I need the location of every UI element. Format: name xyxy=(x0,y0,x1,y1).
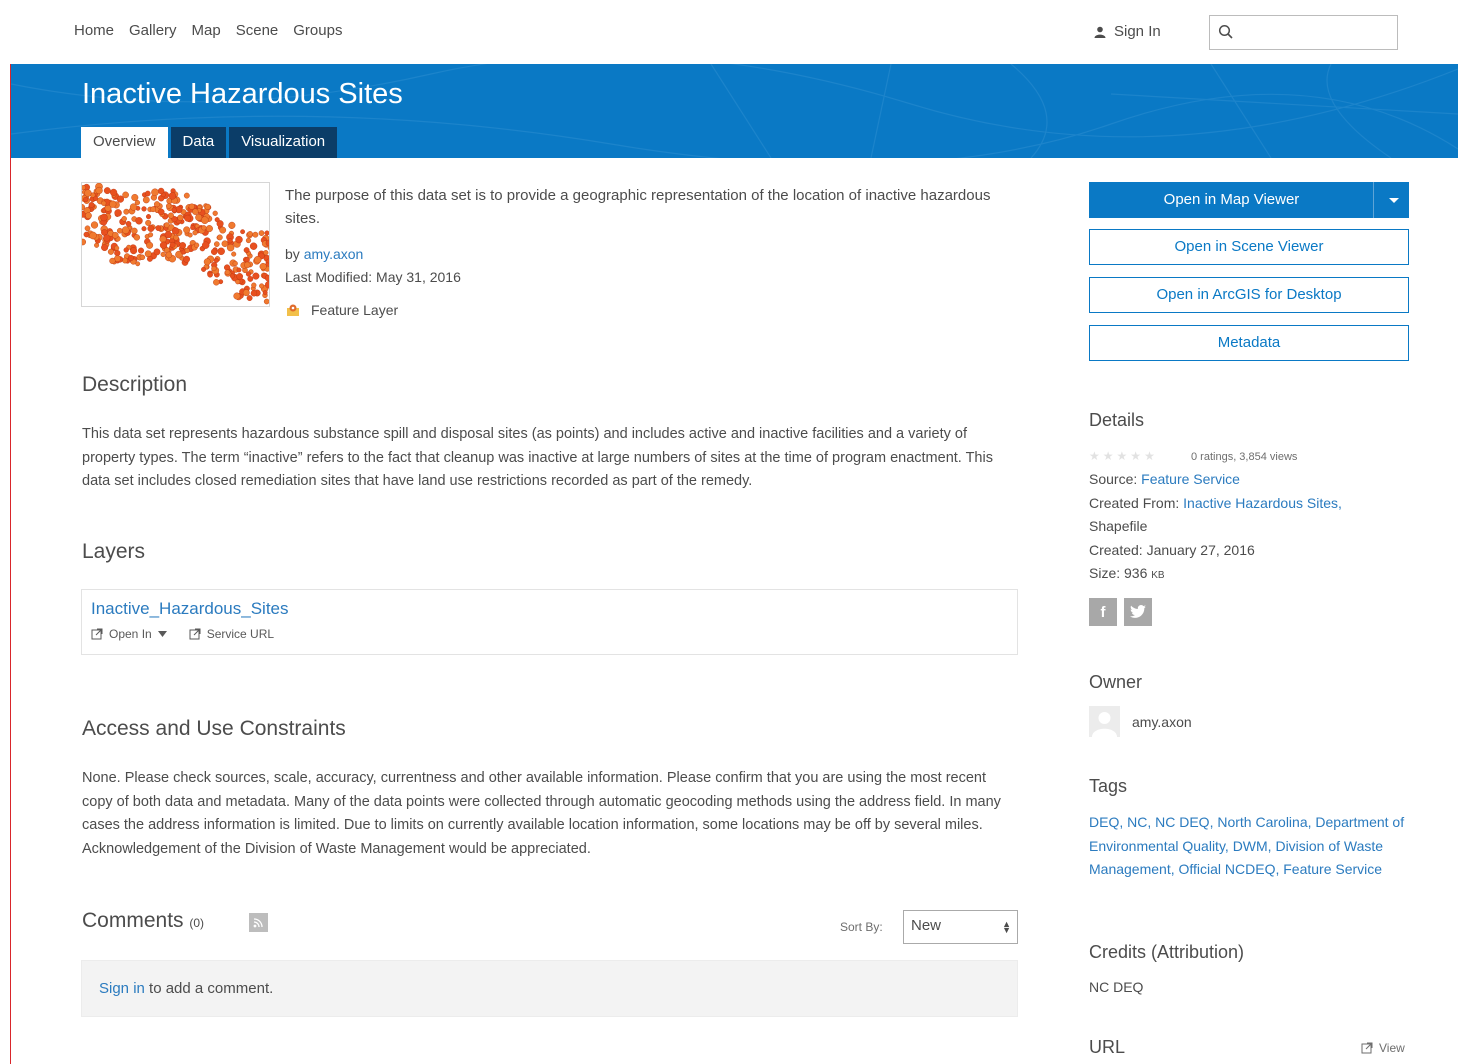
open-in-dropdown[interactable]: Open In xyxy=(91,627,167,641)
credits-text: NC DEQ xyxy=(1089,979,1144,995)
select-arrows-icon: ▲ ▼ xyxy=(1002,919,1011,935)
url-view-link[interactable]: View xyxy=(1361,1041,1405,1055)
constraints-text: None. Please check sources, scale, accur… xyxy=(82,770,1001,857)
comment-sign-in-link[interactable]: Sign in xyxy=(99,980,145,997)
tags-heading: Tags xyxy=(1089,776,1128,796)
item-thumbnail xyxy=(81,182,270,307)
open-scene-viewer-button[interactable]: Open in Scene Viewer xyxy=(1089,229,1409,265)
item-summary: The purpose of this data set is to provi… xyxy=(285,187,991,227)
sign-in-label: Sign In xyxy=(1114,23,1161,40)
size-row: Size: 936 KB xyxy=(1089,562,1409,588)
sort-by-label: Sort By: xyxy=(840,920,883,934)
top-navigation: Home Gallery Map Scene Groups Sign In xyxy=(0,0,1458,64)
created-from-extra: Shapefile xyxy=(1089,518,1148,534)
rss-icon[interactable] xyxy=(249,913,268,932)
created-from-link[interactable]: Inactive Hazardous Sites, xyxy=(1183,495,1342,511)
twitter-bird xyxy=(1130,605,1146,618)
open-map-viewer-label: Open in Map Viewer xyxy=(1163,191,1300,208)
share-buttons: f xyxy=(1089,598,1152,626)
star-icon[interactable]: ★ xyxy=(1144,449,1155,463)
sort-select-value: New xyxy=(911,917,942,934)
nav-links: Home Gallery Map Scene Groups xyxy=(74,22,342,39)
sort-select[interactable]: New ▲ ▼ xyxy=(903,910,1018,944)
details-heading: Details xyxy=(1089,410,1145,430)
tags-list[interactable]: DEQ, NC, NC DEQ, North Carolina, Departm… xyxy=(1089,811,1409,882)
avatar[interactable] xyxy=(1089,706,1120,737)
details-list: Source: Feature Service Created From: In… xyxy=(1089,468,1409,588)
external-link-icon xyxy=(189,628,201,640)
url-view-label: View xyxy=(1379,1041,1405,1055)
feature-layer-icon xyxy=(287,304,299,316)
star-icon[interactable]: ★ xyxy=(1130,449,1141,463)
layer-actions: Open In Service URL xyxy=(91,627,274,641)
comment-box: Sign in to add a comment. xyxy=(81,960,1018,1017)
avatar-placeholder-icon xyxy=(1092,712,1117,737)
rss-glyph xyxy=(253,918,263,928)
rating-stars[interactable]: ★ ★ ★ ★ ★ xyxy=(1089,449,1155,463)
tab-overview[interactable]: Overview xyxy=(81,127,168,158)
created-from-row: Created From: Inactive Hazardous Sites, xyxy=(1089,492,1409,516)
comments-count: (0) xyxy=(189,916,205,930)
size-unit: KB xyxy=(1151,570,1165,581)
open-in-label: Open In xyxy=(109,627,152,641)
created-from-label: Created From: xyxy=(1089,494,1180,511)
credits-heading: Credits (Attribution) xyxy=(1089,942,1245,962)
external-link-icon xyxy=(91,628,103,640)
layers-heading: Layers xyxy=(82,540,146,563)
item-banner: Inactive Hazardous Sites Overview Data V… xyxy=(11,64,1458,158)
external-link-icon xyxy=(1361,1042,1373,1054)
caret-down-icon[interactable] xyxy=(1389,198,1399,203)
service-url-link[interactable]: Service URL xyxy=(189,627,274,641)
last-modified: Last Modified: May 31, 2016 xyxy=(285,269,461,285)
by-label: by xyxy=(285,246,300,262)
tab-visualization[interactable]: Visualization xyxy=(229,127,338,158)
star-icon[interactable]: ★ xyxy=(1103,449,1114,463)
service-url-label: Service URL xyxy=(206,627,275,641)
user-icon xyxy=(1094,26,1106,38)
search-input[interactable] xyxy=(1209,15,1398,50)
constraints-heading: Access and Use Constraints xyxy=(82,717,346,740)
size-label: Size: 936 xyxy=(1089,565,1148,581)
ratings-views: 0 ratings, 3,854 views xyxy=(1191,451,1298,463)
nav-map[interactable]: Map xyxy=(192,22,221,39)
url-heading: URL xyxy=(1089,1037,1126,1057)
description-heading: Description xyxy=(82,373,188,396)
source-link[interactable]: Feature Service xyxy=(1141,471,1240,487)
star-icon[interactable]: ★ xyxy=(1117,449,1128,463)
author-link[interactable]: amy.axon xyxy=(304,246,364,262)
created-date: Created: January 27, 2016 xyxy=(1089,541,1255,558)
facebook-icon[interactable]: f xyxy=(1089,598,1117,626)
source-row: Source: Feature Service xyxy=(1089,468,1409,492)
owner-name[interactable]: amy.axon xyxy=(1132,714,1192,730)
star-icon[interactable]: ★ xyxy=(1089,449,1100,463)
caret-down-icon xyxy=(157,631,167,637)
comment-sign-in-suffix: to add a comment. xyxy=(144,980,274,997)
item-byline: by amy.axon Last Modified: May 31, 2016 xyxy=(285,243,461,289)
owner-heading: Owner xyxy=(1089,672,1143,692)
tab-data[interactable]: Data xyxy=(170,127,227,158)
thumbnail-map-image xyxy=(82,183,269,305)
comments-heading: Comments (0) xyxy=(82,909,204,933)
layer-card: Inactive_Hazardous_Sites Open In Service… xyxy=(81,589,1018,655)
page-title: Inactive Hazardous Sites xyxy=(82,78,403,110)
nav-gallery[interactable]: Gallery xyxy=(129,22,177,39)
metadata-button[interactable]: Metadata xyxy=(1089,325,1409,361)
open-map-viewer-button[interactable]: Open in Map Viewer xyxy=(1089,182,1409,218)
comment-sign-in-prompt: Sign in to add a comment. xyxy=(99,980,273,997)
search-icon xyxy=(1218,24,1233,39)
item-type-label: Feature Layer xyxy=(311,302,399,318)
open-desktop-button[interactable]: Open in ArcGIS for Desktop xyxy=(1089,277,1409,313)
item-type: Feature Layer xyxy=(285,302,398,318)
layer-name-link[interactable]: Inactive_Hazardous_Sites xyxy=(91,599,289,619)
description-text: This data set represents hazardous subst… xyxy=(82,426,993,489)
twitter-icon[interactable] xyxy=(1124,598,1152,626)
comments-title: Comments xyxy=(82,909,184,932)
source-label: Source: xyxy=(1089,471,1138,487)
nav-home[interactable]: Home xyxy=(74,22,114,39)
nav-scene[interactable]: Scene xyxy=(236,22,279,39)
item-tabs: Overview Data Visualization xyxy=(81,127,338,158)
button-divider xyxy=(1373,182,1374,218)
nav-groups[interactable]: Groups xyxy=(293,22,342,39)
sign-in-button[interactable]: Sign In xyxy=(1094,23,1161,40)
